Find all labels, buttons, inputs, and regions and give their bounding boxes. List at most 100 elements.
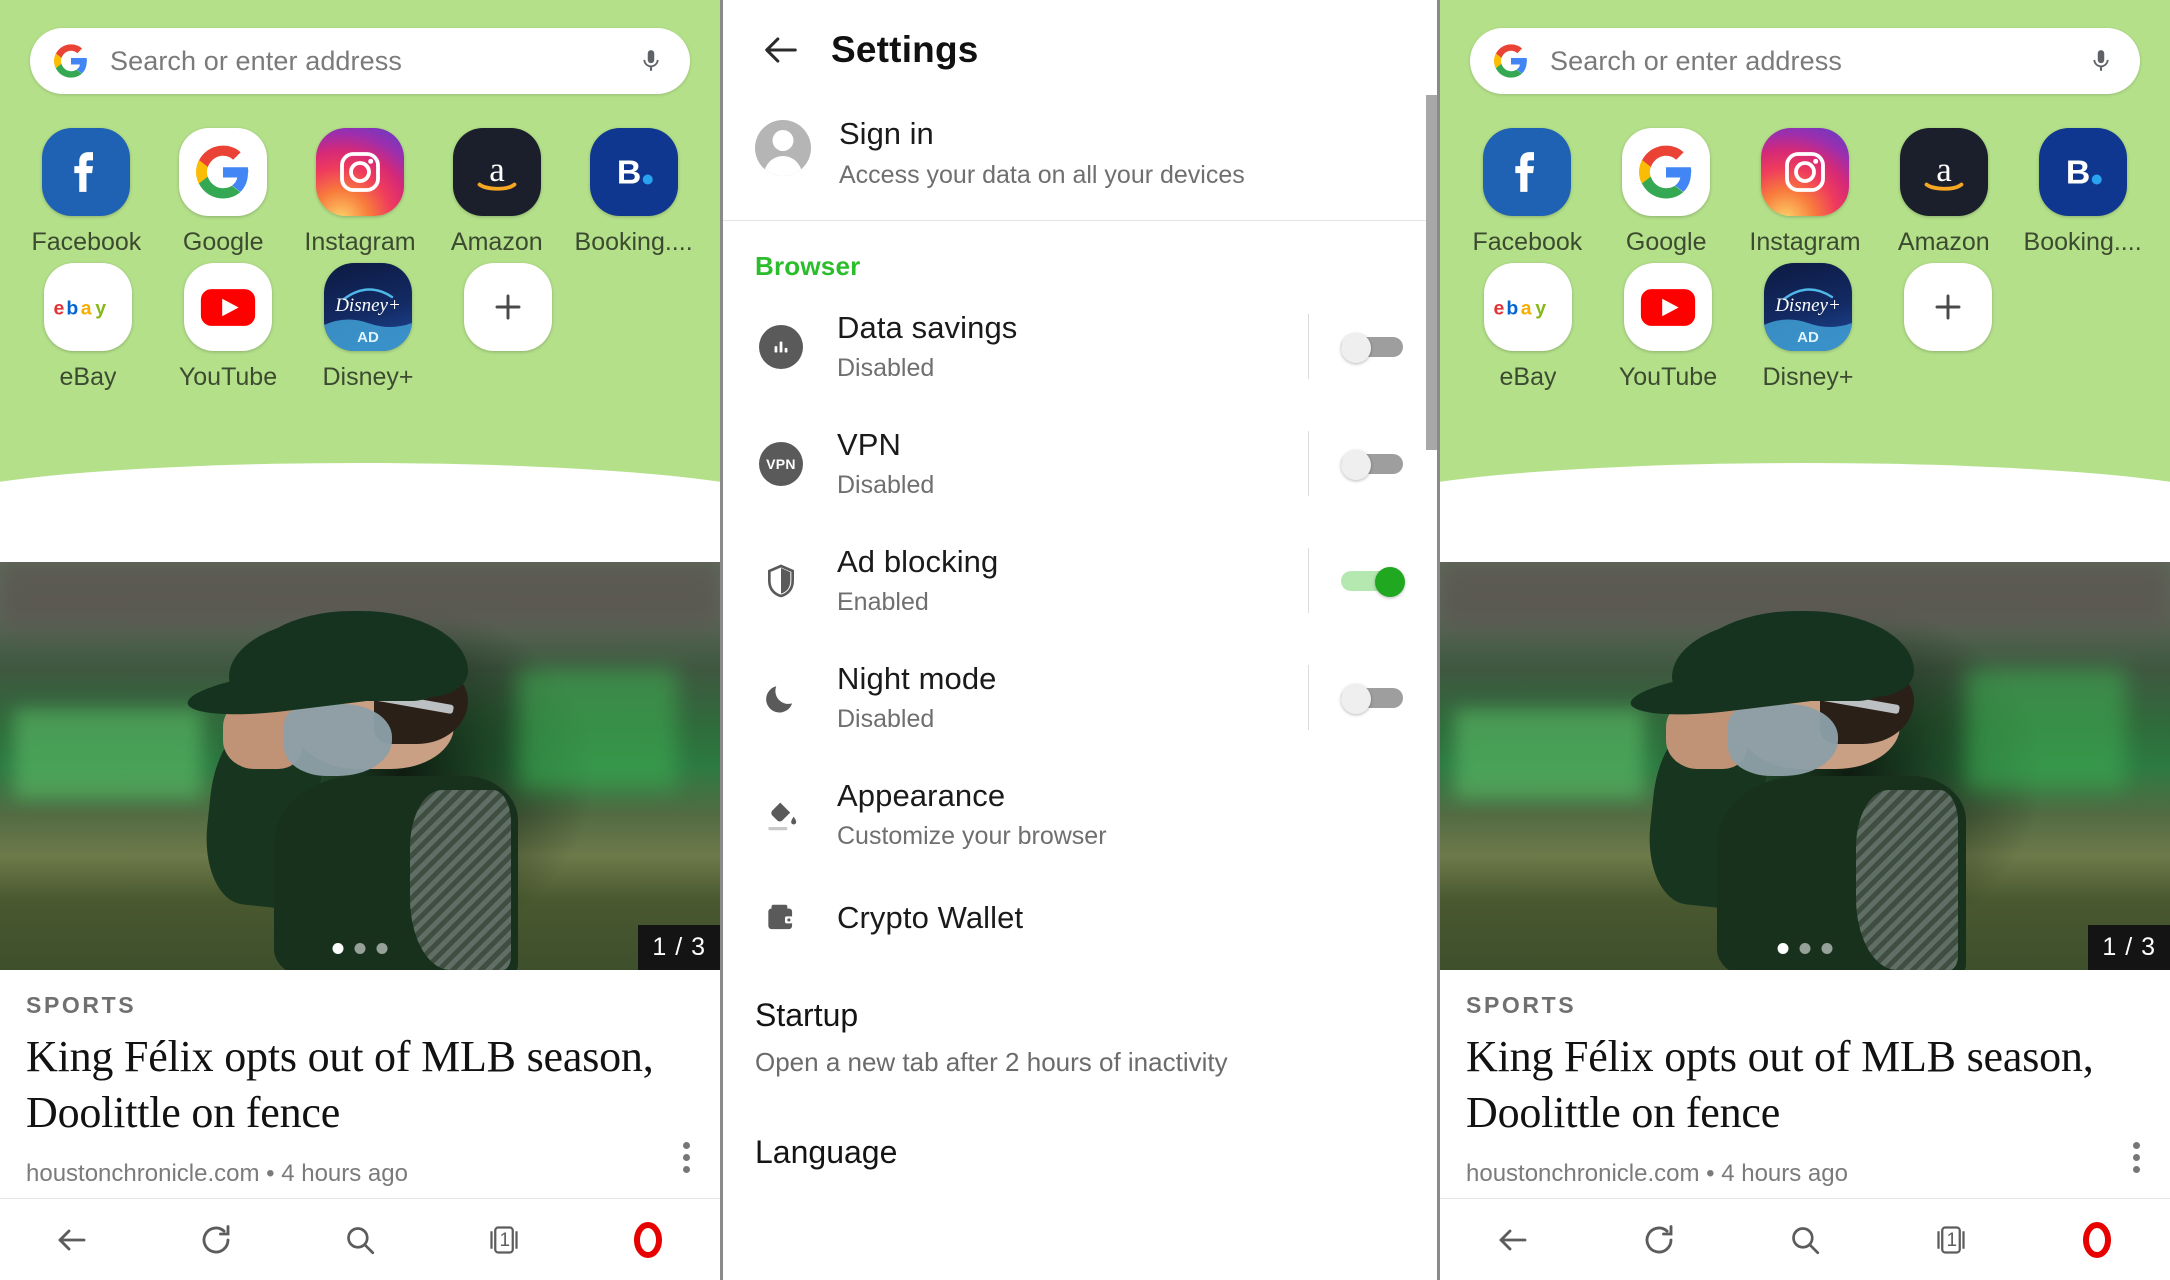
speed-dial-tile-instagram[interactable]: Instagram bbox=[1736, 128, 1875, 257]
speed-dial-tile-booking[interactable]: B Booking.... bbox=[565, 128, 702, 257]
news-image[interactable]: 1 / 3 bbox=[1440, 562, 2170, 970]
row-title: Ad blocking bbox=[837, 544, 999, 579]
speed-dial-tile-facebook[interactable]: Facebook bbox=[1458, 128, 1597, 257]
instagram-icon bbox=[1760, 128, 1849, 216]
settings-group-startup[interactable]: Startup Open a new tab after 2 hours of … bbox=[723, 963, 1437, 1078]
settings-row-data-savings[interactable]: Data savings Disabled bbox=[723, 288, 1437, 405]
sign-in-row[interactable]: Sign in Access your data on all your dev… bbox=[723, 100, 1437, 220]
svg-text:a: a bbox=[81, 297, 92, 319]
reload-button[interactable] bbox=[173, 1210, 259, 1270]
search-button[interactable] bbox=[317, 1210, 403, 1270]
speed-dial-tile-disney-plus[interactable]: Disney+ AD Disney+ bbox=[298, 263, 438, 392]
news-card[interactable]: 1 / 3 SPORTS King Félix opts out of MLB … bbox=[0, 562, 720, 1204]
row-subtitle: Disabled bbox=[837, 471, 935, 499]
speed-dial-label: Instagram bbox=[1749, 228, 1861, 256]
opera-logo-icon[interactable] bbox=[2054, 1210, 2140, 1270]
speed-dial-label: YouTube bbox=[1618, 363, 1718, 391]
page-title: Settings bbox=[831, 29, 979, 70]
speed-dial-tile-facebook[interactable]: Facebook bbox=[18, 128, 155, 257]
svg-text:Disney+: Disney+ bbox=[334, 295, 401, 316]
speed-dial-label: Facebook bbox=[31, 228, 142, 256]
carousel-dots[interactable] bbox=[1777, 943, 1833, 954]
back-button[interactable] bbox=[1470, 1210, 1556, 1270]
vpn-toggle[interactable] bbox=[1341, 449, 1405, 480]
settings-row-night-mode[interactable]: Night mode Disabled bbox=[723, 639, 1437, 756]
speed-dial-header: Search or enter address Facebook Google … bbox=[0, 0, 720, 547]
row-title: Night mode bbox=[837, 661, 997, 696]
microphone-icon[interactable] bbox=[638, 44, 664, 78]
settings-panel: Settings Sign in Access your data on all… bbox=[720, 0, 1440, 1280]
ebay-icon: e b a y bbox=[1484, 263, 1572, 351]
speed-dial-tile-google[interactable]: Google bbox=[1597, 128, 1736, 257]
carousel-dots[interactable] bbox=[332, 943, 388, 954]
settings-row-appearance[interactable]: Appearance Customize your browser bbox=[723, 756, 1437, 873]
back-arrow-icon[interactable] bbox=[755, 24, 807, 76]
image-counter: 1 / 3 bbox=[638, 925, 720, 970]
speed-dial-tiles: Facebook Google Instagram a Amazon B Boo… bbox=[1440, 128, 2170, 398]
svg-text:y: y bbox=[1535, 297, 1546, 319]
speed-dial-tile-youtube[interactable]: YouTube bbox=[1598, 263, 1738, 392]
speed-dial-tile-youtube[interactable]: YouTube bbox=[158, 263, 298, 392]
address-bar[interactable]: Search or enter address bbox=[30, 28, 690, 94]
news-image[interactable]: 1 / 3 bbox=[0, 562, 720, 970]
news-headline[interactable]: King Félix opts out of MLB season, Dooli… bbox=[26, 1029, 694, 1142]
opera-logo-icon[interactable] bbox=[605, 1210, 691, 1270]
row-title: Appearance bbox=[837, 778, 1006, 813]
search-input[interactable]: Search or enter address bbox=[110, 46, 638, 77]
speed-dial-label: Booking.... bbox=[574, 228, 693, 256]
settings-row-crypto-wallet[interactable]: Crypto Wallet bbox=[723, 873, 1437, 963]
speed-dial-tile-ebay[interactable]: e b a y eBay bbox=[1458, 263, 1598, 392]
add-speed-dial-icon bbox=[464, 263, 552, 351]
news-card[interactable]: 1 / 3 SPORTS King Félix opts out of MLB … bbox=[1440, 562, 2170, 1204]
news-headline[interactable]: King Félix opts out of MLB season, Dooli… bbox=[1466, 1029, 2144, 1142]
speed-dial-tile-google[interactable]: Google bbox=[155, 128, 292, 257]
section-header-browser: Browser bbox=[755, 251, 861, 281]
speed-dial-row-1: Facebook Google Instagram a Amazon B Boo… bbox=[0, 128, 720, 263]
back-button[interactable] bbox=[29, 1210, 115, 1270]
add-speed-dial-icon bbox=[1904, 263, 1992, 351]
settings-row-ad-blocking[interactable]: Ad blocking Enabled bbox=[723, 522, 1437, 639]
speed-dial-tile-booking[interactable]: B Booking.... bbox=[2013, 128, 2152, 257]
address-bar[interactable]: Search or enter address bbox=[1470, 28, 2140, 94]
settings-row-vpn[interactable]: VPN VPN Disabled bbox=[723, 405, 1437, 522]
account-avatar-icon bbox=[755, 120, 811, 176]
kebab-menu-icon[interactable] bbox=[683, 1137, 690, 1178]
kebab-menu-icon[interactable] bbox=[2133, 1137, 2140, 1178]
tabs-button[interactable]: 1 bbox=[461, 1210, 547, 1270]
speed-dial-tile-add[interactable] bbox=[1878, 263, 2018, 392]
settings-group-language[interactable]: Language bbox=[723, 1078, 1437, 1171]
speed-dial-label: Google bbox=[182, 228, 264, 256]
speed-dial-header: Search or enter address Facebook Google … bbox=[1440, 0, 2170, 547]
speed-dial-label: Disney+ bbox=[1762, 363, 1854, 391]
shield-icon bbox=[755, 561, 807, 601]
reload-button[interactable] bbox=[1616, 1210, 1702, 1270]
booking-icon: B bbox=[2038, 128, 2127, 216]
row-separator bbox=[1308, 431, 1309, 496]
speed-dial-tile-ebay[interactable]: e b a y eBay bbox=[18, 263, 158, 392]
tabs-button[interactable]: 1 bbox=[1908, 1210, 1994, 1270]
news-category: SPORTS bbox=[26, 992, 137, 1018]
speed-dial-tile-instagram[interactable]: Instagram bbox=[292, 128, 429, 257]
news-body: SPORTS King Félix opts out of MLB season… bbox=[0, 970, 720, 1204]
amazon-icon: a bbox=[452, 128, 541, 216]
night-mode-toggle[interactable] bbox=[1341, 683, 1405, 714]
ad-blocking-toggle[interactable] bbox=[1341, 566, 1405, 597]
speed-dial-tile-add[interactable] bbox=[438, 263, 578, 392]
sign-in-subtitle: Access your data on all your devices bbox=[839, 161, 1245, 189]
search-button[interactable] bbox=[1762, 1210, 1848, 1270]
screenshot-stage: Search or enter address Facebook Google … bbox=[0, 0, 2170, 1280]
search-input[interactable]: Search or enter address bbox=[1550, 46, 2088, 77]
speed-dial-label: Disney+ bbox=[322, 363, 414, 391]
data-savings-icon bbox=[755, 324, 807, 369]
vpn-icon: VPN bbox=[755, 441, 807, 486]
microphone-icon[interactable] bbox=[2088, 44, 2114, 78]
data-savings-toggle[interactable] bbox=[1341, 332, 1405, 363]
speed-dial-tile-disney-plus[interactable]: Disney+ AD Disney+ bbox=[1738, 263, 1878, 392]
instagram-icon bbox=[315, 128, 404, 216]
google-icon bbox=[179, 128, 268, 216]
speed-dial-tile-amazon[interactable]: a Amazon bbox=[1874, 128, 2013, 257]
google-g-icon bbox=[54, 44, 88, 78]
speed-dial-tiles: Facebook Google Instagram a Amazon B Boo… bbox=[0, 128, 720, 398]
group-title: Startup bbox=[755, 997, 859, 1033]
speed-dial-tile-amazon[interactable]: a Amazon bbox=[428, 128, 565, 257]
